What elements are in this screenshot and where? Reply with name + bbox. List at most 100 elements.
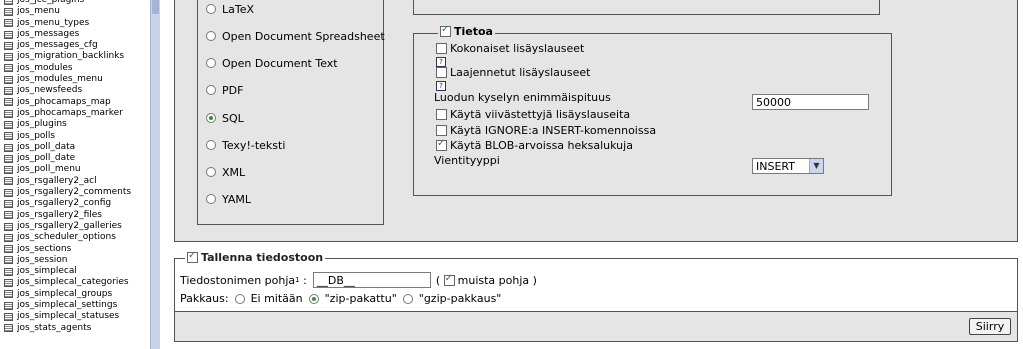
checkbox[interactable] xyxy=(436,66,447,78)
data-legend[interactable]: Tietoa xyxy=(438,24,495,38)
sidebar-table-label[interactable]: jos_messages_cfg xyxy=(17,40,98,51)
save-legend[interactable]: Tallenna tiedostoon xyxy=(185,250,326,264)
sidebar-table-label[interactable]: jos_plugins xyxy=(17,119,67,130)
sidebar-table-label[interactable]: jos_rsgallery2_acl xyxy=(17,176,97,187)
sidebar-table-label[interactable]: jos_simplecal_groups xyxy=(17,289,112,300)
sidebar-table-label[interactable]: jos_simplecal xyxy=(17,266,77,277)
sidebar-table-label[interactable]: jos_modules_menu xyxy=(17,74,103,85)
format-radio[interactable] xyxy=(206,58,216,68)
sidebar-table-item[interactable]: jos_simplecal_categories xyxy=(0,277,131,288)
sidebar-table-label[interactable]: jos_simplecal_categories xyxy=(17,277,129,288)
sidebar-table-item[interactable]: jos_phocamaps_marker xyxy=(0,108,131,119)
sidebar-table-label[interactable]: jos_menu xyxy=(17,6,60,17)
sidebar-table-item[interactable]: jos_simplecal_settings xyxy=(0,300,131,311)
table-icon[interactable] xyxy=(4,143,13,152)
sidebar-table-item[interactable]: jos_rsgallery2_galleries xyxy=(0,221,131,232)
sidebar-table-label[interactable]: jos_rsgallery2_config xyxy=(17,198,111,209)
sidebar-table-item[interactable]: jos_migration_backlinks xyxy=(0,51,131,62)
go-button[interactable]: Siirry xyxy=(969,318,1011,335)
option-ignore-inserts[interactable]: Käytä IGNORE:a INSERT-komennoissa xyxy=(436,123,656,137)
max-query-length-input[interactable]: 50000 xyxy=(752,94,869,110)
table-icon[interactable] xyxy=(4,30,13,39)
table-icon[interactable] xyxy=(4,19,13,28)
table-icon[interactable] xyxy=(4,75,13,84)
chevron-down-icon[interactable]: ▼ xyxy=(809,159,823,173)
sidebar-table-item[interactable]: jos_poll_menu xyxy=(0,164,131,175)
sidebar-table-item[interactable]: jos_simplecal xyxy=(0,266,131,277)
sidebar-table-label[interactable]: jos_simplecal_settings xyxy=(17,300,117,311)
sidebar-table-label[interactable]: jos_rsgallery2_files xyxy=(17,210,102,221)
format-radio[interactable] xyxy=(206,4,216,14)
sidebar-table-item[interactable]: jos_menu xyxy=(0,6,131,17)
table-icon[interactable] xyxy=(4,256,13,265)
checkbox[interactable] xyxy=(436,42,447,54)
option-delayed-inserts[interactable]: Käytä viivästettyjä lisäyslauseita xyxy=(436,107,630,121)
option-hex-blob[interactable]: Käytä BLOB-arvoissa heksalukuja xyxy=(436,138,633,152)
sidebar-table-item[interactable]: jos_poll_data xyxy=(0,142,131,153)
sidebar-table-label[interactable]: jos_migration_backlinks xyxy=(17,51,124,62)
checkbox-checked[interactable] xyxy=(436,138,447,151)
format-radio[interactable] xyxy=(206,31,216,41)
table-icon[interactable] xyxy=(4,324,13,333)
sidebar-table-item[interactable]: jos_simplecal_groups xyxy=(0,289,131,300)
scrollbar-thumb[interactable] xyxy=(152,0,159,14)
sidebar-table-item[interactable]: jos_modules xyxy=(0,63,131,74)
format-option-xml[interactable]: XML xyxy=(206,164,245,180)
sidebar-table-label[interactable]: jos_stats_agents xyxy=(17,323,91,334)
table-icon[interactable] xyxy=(4,166,13,175)
sidebar-table-item[interactable]: jos_poll_date xyxy=(0,153,131,164)
sidebar-table-label[interactable]: jos_poll_menu xyxy=(17,164,81,175)
sidebar-table-label[interactable]: jos_rsgallery2_comments xyxy=(17,187,131,198)
sidebar-table-label[interactable]: jos_rsgallery2_galleries xyxy=(17,221,122,232)
table-icon[interactable] xyxy=(4,301,13,310)
format-radio[interactable] xyxy=(206,194,216,204)
sidebar-table-item[interactable]: jos_messages_cfg xyxy=(0,40,131,51)
sidebar-table-label[interactable]: jos_modules xyxy=(17,63,73,74)
table-icon[interactable] xyxy=(4,120,13,129)
sidebar-table-item[interactable]: jos_rsgallery2_acl xyxy=(0,176,131,187)
export-type-select[interactable]: INSERT ▼ xyxy=(752,158,824,174)
format-option-odt[interactable]: Open Document Text xyxy=(206,55,338,71)
table-icon[interactable] xyxy=(4,154,13,163)
sidebar-table-label[interactable]: jos_scheduler_options xyxy=(17,232,116,243)
table-icon[interactable] xyxy=(4,87,13,96)
checkbox[interactable] xyxy=(436,124,447,136)
sidebar-table-item[interactable]: jos_scheduler_options xyxy=(0,232,131,243)
table-icon[interactable] xyxy=(4,279,13,288)
table-icon[interactable] xyxy=(4,41,13,50)
compression-radio-none[interactable] xyxy=(234,293,245,304)
sidebar-table-item[interactable]: jos_rsgallery2_comments xyxy=(0,187,131,198)
data-checkbox[interactable] xyxy=(440,24,451,37)
sidebar-table-label[interactable]: jos_menu_types xyxy=(17,18,89,29)
help-icon[interactable]: ? xyxy=(436,81,446,91)
sidebar-table-item[interactable]: jos_newsfeeds xyxy=(0,85,131,96)
sidebar-table-item[interactable]: jos_simplecal_statuses xyxy=(0,311,131,322)
sidebar-table-item[interactable]: jos_plugins xyxy=(0,119,131,130)
table-icon[interactable] xyxy=(4,64,13,73)
option-extended-inserts[interactable]: Laajennetut lisäyslauseet xyxy=(436,65,590,79)
remember-template-checkbox[interactable] xyxy=(443,273,455,286)
sidebar-table-label[interactable]: jos_polls xyxy=(17,131,55,142)
sidebar-table-label[interactable]: jos_messages xyxy=(17,29,79,40)
sidebar-table-label[interactable]: jos_poll_data xyxy=(17,142,75,153)
sidebar-table-item[interactable]: jos_modules_menu xyxy=(0,74,131,85)
format-option-ods[interactable]: Open Document Spreadsheet xyxy=(206,28,385,44)
format-radio[interactable] xyxy=(206,167,216,177)
table-icon[interactable] xyxy=(4,245,13,254)
table-icon[interactable] xyxy=(4,177,13,186)
format-option-yaml[interactable]: YAML xyxy=(206,191,251,207)
table-icon[interactable] xyxy=(4,132,13,141)
sidebar-table-label[interactable]: jos_phocamaps_map xyxy=(17,97,111,108)
sidebar-table-label[interactable]: jos_poll_date xyxy=(17,153,75,164)
sidebar-table-label[interactable]: jos_newsfeeds xyxy=(17,85,82,96)
option-complete-inserts[interactable]: Kokonaiset lisäyslauseet xyxy=(436,41,584,55)
table-icon[interactable] xyxy=(4,98,13,107)
table-icon[interactable] xyxy=(4,267,13,276)
sidebar-table-item[interactable]: jos_rsgallery2_files xyxy=(0,210,131,221)
sidebar-table-label[interactable]: jos_session xyxy=(17,255,68,266)
sidebar-table-label[interactable]: jos_phocamaps_marker xyxy=(17,108,123,119)
sidebar-table-label[interactable]: jos_simplecal_statuses xyxy=(17,311,119,322)
table-icon[interactable] xyxy=(4,290,13,299)
sidebar-table-item[interactable]: jos_phocamaps_map xyxy=(0,97,131,108)
sidebar-table-item[interactable]: jos_polls xyxy=(0,131,131,142)
